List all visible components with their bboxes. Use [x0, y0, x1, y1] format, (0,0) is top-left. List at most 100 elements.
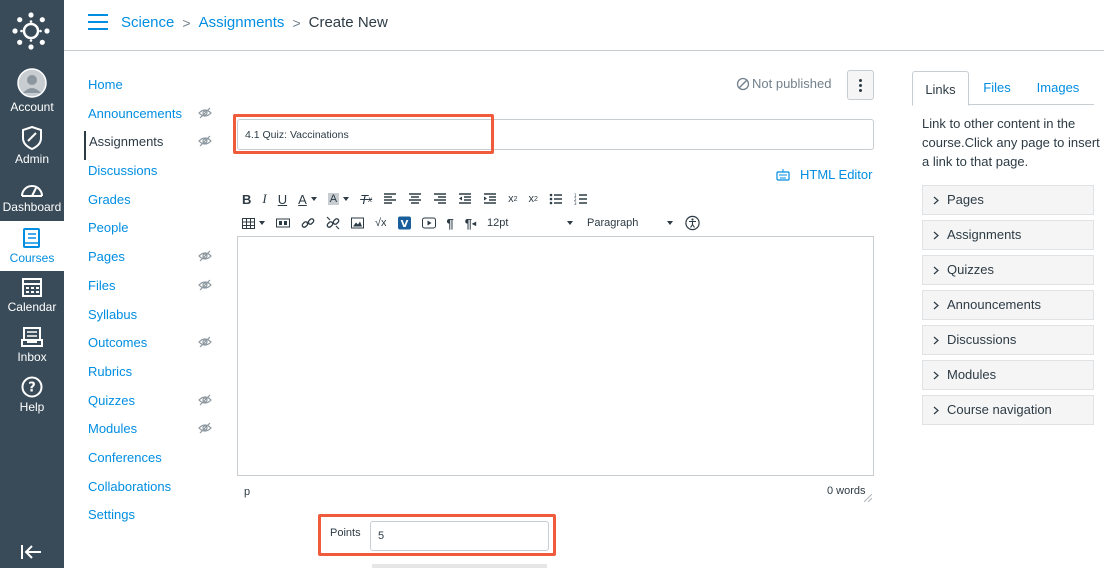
- publish-status: Not published: [736, 76, 832, 91]
- html-editor-label: HTML Editor: [800, 167, 873, 182]
- course-menu-toggle-icon[interactable]: [88, 14, 108, 30]
- sidebar-item-assignments[interactable]: Assignments: [922, 220, 1094, 250]
- tab-files[interactable]: Files: [969, 70, 1025, 105]
- ltr-paragraph-button[interactable]: ¶: [447, 214, 454, 232]
- subscript-button[interactable]: x2: [529, 190, 538, 208]
- course-nav-syllabus[interactable]: Syllabus: [84, 304, 214, 333]
- nav-account[interactable]: Account: [0, 68, 64, 118]
- dashboard-gauge-icon: [21, 185, 43, 197]
- numbered-list-icon[interactable]: 123: [574, 190, 588, 208]
- sidebar-item-modules[interactable]: Modules: [922, 360, 1094, 390]
- course-nav-label: Grades: [88, 191, 131, 207]
- canvas-logo-icon[interactable]: [12, 12, 50, 50]
- course-nav-label: Pages: [88, 249, 125, 265]
- chevron-right-icon: [933, 231, 939, 239]
- nav-help[interactable]: ? Help: [0, 376, 64, 416]
- indent-icon[interactable]: [483, 190, 497, 208]
- accessibility-icon[interactable]: [685, 214, 700, 232]
- tab-links[interactable]: Links: [912, 71, 969, 106]
- outdent-icon[interactable]: [458, 190, 472, 208]
- sidebar-item-label: Discussions: [947, 332, 1017, 347]
- sidebar-tabs: Links Files Images: [912, 70, 1094, 106]
- text-color-button[interactable]: A: [298, 190, 317, 208]
- sidebar-item-course-navigation[interactable]: Course navigation: [922, 395, 1094, 425]
- nav-calendar-label: Calendar: [7, 300, 57, 314]
- course-nav-people[interactable]: People: [84, 217, 214, 246]
- course-nav-label: Files: [88, 277, 116, 293]
- hidden-eye-icon: [198, 394, 212, 405]
- course-nav-pages[interactable]: Pages: [84, 246, 214, 275]
- breadcrumb-course-link[interactable]: Science: [121, 14, 174, 31]
- admin-shield-icon: [22, 126, 42, 150]
- superscript-button[interactable]: x2: [508, 190, 517, 208]
- options-menu-button[interactable]: [847, 70, 874, 100]
- course-nav-grades[interactable]: Grades: [84, 189, 214, 218]
- italic-button[interactable]: I: [262, 190, 266, 208]
- vimeo-icon[interactable]: V: [397, 214, 411, 232]
- background-color-button[interactable]: A: [327, 190, 350, 208]
- course-nav-settings[interactable]: Settings: [84, 504, 214, 533]
- bullet-list-icon[interactable]: [549, 190, 563, 208]
- equation-button[interactable]: √x: [375, 214, 387, 232]
- collapse-nav-icon[interactable]: [20, 544, 42, 560]
- course-nav-rubrics[interactable]: Rubrics: [84, 361, 214, 390]
- sidebar-item-label: Quizzes: [947, 262, 994, 277]
- image-icon[interactable]: [351, 214, 364, 232]
- chevron-right-icon: [933, 336, 939, 344]
- course-nav-collaborations[interactable]: Collaborations: [84, 476, 214, 505]
- course-nav: Home Announcements Assignments Discussio…: [84, 74, 214, 533]
- course-nav-outcomes[interactable]: Outcomes: [84, 332, 214, 361]
- align-right-icon[interactable]: [433, 190, 447, 208]
- course-nav-assignments[interactable]: Assignments: [84, 131, 214, 161]
- course-nav-home[interactable]: Home: [84, 74, 214, 103]
- youtube-icon[interactable]: [421, 214, 436, 232]
- assignment-title-input[interactable]: [237, 119, 874, 150]
- course-nav-files[interactable]: Files: [84, 275, 214, 304]
- editor-toolbar-row-2: √x V ¶ ¶ ◂ 12pt Paragraph: [242, 214, 711, 232]
- course-nav-label: Assignments: [89, 134, 164, 150]
- points-input[interactable]: [370, 521, 549, 551]
- block-format-select[interactable]: Paragraph: [587, 217, 674, 229]
- chevron-right-icon: [933, 266, 939, 274]
- nav-calendar[interactable]: Calendar: [0, 276, 64, 316]
- course-nav-announcements[interactable]: Announcements: [84, 103, 214, 132]
- resize-handle-icon[interactable]: [864, 494, 872, 502]
- nav-inbox[interactable]: Inbox: [0, 326, 64, 366]
- rtl-paragraph-button[interactable]: ¶ ◂: [465, 214, 476, 232]
- link-icon[interactable]: [301, 214, 315, 232]
- page-header: Science > Assignments > Create New: [64, 0, 1104, 51]
- course-nav-quizzes[interactable]: Quizzes: [84, 390, 214, 419]
- nav-admin[interactable]: Admin: [0, 126, 64, 170]
- course-nav-modules[interactable]: Modules: [84, 418, 214, 447]
- points-label: Points: [330, 527, 361, 539]
- keyboard-icon: [776, 168, 790, 181]
- course-nav-label: Syllabus: [88, 306, 138, 322]
- bold-button[interactable]: B: [242, 190, 251, 208]
- html-editor-toggle[interactable]: HTML Editor: [776, 167, 872, 182]
- calendar-icon: [22, 278, 42, 297]
- unlink-icon[interactable]: [326, 214, 340, 232]
- rich-content-editor[interactable]: [237, 236, 874, 476]
- nav-dashboard[interactable]: Dashboard: [0, 180, 64, 220]
- sidebar-item-discussions[interactable]: Discussions: [922, 325, 1094, 355]
- sidebar-item-pages[interactable]: Pages: [922, 185, 1094, 215]
- sidebar-item-announcements[interactable]: Announcements: [922, 290, 1094, 320]
- align-center-icon[interactable]: [408, 190, 422, 208]
- tab-images[interactable]: Images: [1025, 70, 1091, 105]
- editor-path-indicator: p: [244, 486, 251, 498]
- align-left-icon[interactable]: [383, 190, 397, 208]
- sidebar-item-quizzes[interactable]: Quizzes: [922, 255, 1094, 285]
- breadcrumb-current: Create New: [308, 14, 388, 31]
- next-field-edge: [372, 564, 547, 568]
- media-icon[interactable]: [276, 214, 290, 232]
- course-nav-label: Quizzes: [88, 392, 135, 408]
- breadcrumb-assignments-link[interactable]: Assignments: [199, 14, 285, 31]
- clear-formatting-button[interactable]: Tx: [360, 190, 372, 208]
- sidebar-item-label: Assignments: [947, 227, 1022, 242]
- underline-button[interactable]: U: [278, 190, 287, 208]
- course-nav-discussions[interactable]: Discussions: [84, 160, 214, 189]
- font-size-select[interactable]: 12pt: [487, 217, 574, 229]
- table-button[interactable]: [242, 214, 265, 232]
- course-nav-conferences[interactable]: Conferences: [84, 447, 214, 476]
- nav-courses[interactable]: Courses: [0, 221, 64, 271]
